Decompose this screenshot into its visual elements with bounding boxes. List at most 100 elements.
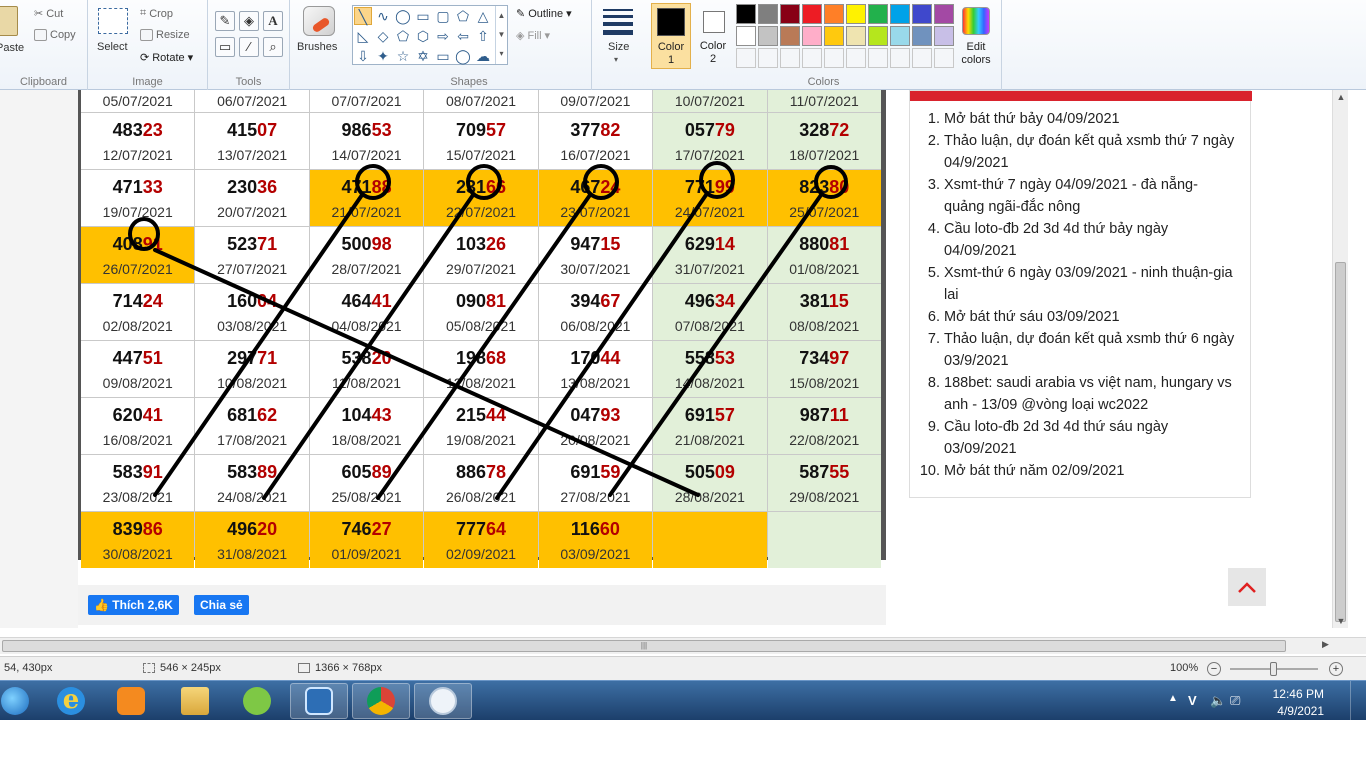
show-hidden-icons-icon[interactable]: ▲	[1168, 693, 1178, 704]
text-icon[interactable]: A	[263, 11, 283, 31]
zoom-in-icon[interactable]: +	[1329, 662, 1343, 676]
start-button[interactable]	[0, 683, 44, 719]
palette-swatch[interactable]	[868, 26, 888, 46]
callout-oval-shape-icon[interactable]: ◯	[454, 47, 472, 65]
taskbar-greenshot[interactable]	[228, 683, 286, 719]
palette-swatch[interactable]	[824, 4, 844, 24]
related-post-link[interactable]: 10. Mở bát thứ năm 02/09/2021	[918, 460, 1238, 482]
color2-button[interactable]: Color 2	[694, 3, 734, 69]
palette-swatch[interactable]	[846, 26, 866, 46]
palette-swatch[interactable]	[780, 26, 800, 46]
palette-swatch[interactable]	[912, 26, 932, 46]
palette-swatch[interactable]	[780, 4, 800, 24]
related-post-link[interactable]: 3. Xsmt-thứ 7 ngày 04/09/2021 - đà nẵng-q…	[918, 174, 1238, 218]
custom-color-slot[interactable]	[802, 48, 822, 68]
resize-button[interactable]: Resize	[140, 29, 190, 41]
fill-button[interactable]: ◈ Fill ▾	[516, 29, 550, 43]
copy-button[interactable]: Copy	[34, 29, 76, 41]
paint-canvas[interactable]: 05/07/2021 06/07/2021 07/07/2021 08/07/2021…	[0, 90, 1348, 628]
clock[interactable]: 12:46 PM 4/9/2021	[1273, 687, 1324, 718]
related-post-link[interactable]: 1. Mở bát thứ bảy 04/09/2021	[918, 108, 1238, 130]
size-group[interactable]: Size ▾	[592, 0, 644, 90]
related-post-link[interactable]: 9. Cầu loto-đb 2d 3d 4d thứ sáu ngày 03/0…	[918, 416, 1238, 460]
scrollbar-thumb[interactable]	[1335, 262, 1346, 622]
taskbar-paint[interactable]	[414, 683, 472, 719]
custom-color-slot[interactable]	[846, 48, 866, 68]
pencil-icon[interactable]: ✎	[215, 11, 235, 31]
palette-swatch[interactable]	[934, 4, 954, 24]
shapes-scroll[interactable]: ▲ ▼ ▾	[495, 6, 507, 64]
rotate-button[interactable]: ⟳ Rotate ▾	[140, 51, 193, 65]
zoom-out-icon[interactable]: −	[1207, 662, 1221, 676]
palette-swatch[interactable]	[802, 26, 822, 46]
related-post-link[interactable]: 5. Xsmt-thứ 6 ngày 03/09/2021 - ninh thuậ…	[918, 262, 1238, 306]
edit-colors-button[interactable]: Edit colors	[955, 41, 997, 67]
color-picker-icon[interactable]: ⁄	[239, 37, 259, 57]
cloud-shape-icon[interactable]: ☁	[474, 47, 492, 65]
network-icon[interactable]: ⎚	[1230, 693, 1240, 709]
up-arrow-shape-icon[interactable]: ⇧	[474, 27, 492, 45]
custom-color-slot[interactable]	[890, 48, 910, 68]
five-point-star-shape-icon[interactable]: ☆	[394, 47, 412, 65]
input-language[interactable]: V	[1188, 693, 1197, 708]
paste-button[interactable]: Paste	[0, 42, 24, 54]
related-post-link[interactable]: 6. Mở bát thứ sáu 03/09/2021	[918, 306, 1238, 328]
four-point-star-shape-icon[interactable]: ✦	[374, 47, 392, 65]
palette-swatch[interactable]	[824, 26, 844, 46]
scrollbar-thumb[interactable]: |||	[2, 640, 1286, 652]
scroll-up-icon[interactable]: ▲	[1333, 92, 1348, 102]
custom-color-slot[interactable]	[780, 48, 800, 68]
back-to-top-button[interactable]	[1228, 568, 1266, 606]
size-button[interactable]: Size	[608, 41, 629, 53]
rounded-rectangle-shape-icon[interactable]: ▢	[434, 7, 452, 25]
pentagon-shape-icon[interactable]: ⬠	[394, 27, 412, 45]
taskbar-chrome[interactable]	[352, 683, 410, 719]
palette-swatch[interactable]	[890, 26, 910, 46]
line-shape-icon[interactable]: ╲	[354, 7, 372, 25]
custom-color-slot[interactable]	[868, 48, 888, 68]
diamond-shape-icon[interactable]: ◇	[374, 27, 392, 45]
related-post-link[interactable]: 8. 188bet: saudi arabia vs việt nam, hung…	[918, 372, 1238, 416]
triangle-shape-icon[interactable]: △	[474, 7, 492, 25]
palette-swatch[interactable]	[758, 4, 778, 24]
callout-rect-shape-icon[interactable]: ▭	[434, 47, 452, 65]
palette-swatch[interactable]	[802, 4, 822, 24]
six-point-star-shape-icon[interactable]: ✡	[414, 47, 432, 65]
taskbar-remote-desktop[interactable]	[290, 683, 348, 719]
oval-shape-icon[interactable]: ◯	[394, 7, 412, 25]
facebook-like-button[interactable]: 👍 Thích 2,6K	[88, 595, 179, 615]
related-post-link[interactable]: 4. Cầu loto-đb 2d 3d 4d thứ bảy ngày 04/0…	[918, 218, 1238, 262]
scroll-down-icon[interactable]: ▼	[1333, 616, 1348, 626]
fill-bucket-icon[interactable]: ◈	[239, 11, 259, 31]
right-triangle-shape-icon[interactable]: ◺	[354, 27, 372, 45]
taskbar-media-player[interactable]	[102, 683, 160, 719]
palette-swatch[interactable]	[736, 26, 756, 46]
scroll-right-icon[interactable]: ▶	[1322, 639, 1329, 650]
right-arrow-shape-icon[interactable]: ⇨	[434, 27, 452, 45]
hexagon-shape-icon[interactable]: ⬡	[414, 27, 432, 45]
custom-color-slot[interactable]	[736, 48, 756, 68]
palette-swatch[interactable]	[736, 4, 756, 24]
custom-color-slot[interactable]	[824, 48, 844, 68]
palette-swatch[interactable]	[890, 4, 910, 24]
custom-color-slot[interactable]	[758, 48, 778, 68]
taskbar-file-explorer[interactable]	[166, 683, 224, 719]
outline-button[interactable]: ✎ Outline ▾	[516, 7, 572, 21]
paste-icon[interactable]	[0, 6, 18, 36]
down-arrow-shape-icon[interactable]: ⇩	[354, 47, 372, 65]
crop-button[interactable]: ⌗ Crop	[140, 7, 173, 20]
select-icon[interactable]	[98, 8, 128, 34]
page-vertical-scrollbar[interactable]: ▲ ▼	[1332, 90, 1348, 628]
palette-swatch[interactable]	[868, 4, 888, 24]
polygon-shape-icon[interactable]: ⬠	[454, 7, 472, 25]
rectangle-shape-icon[interactable]: ▭	[414, 7, 432, 25]
curve-shape-icon[interactable]: ∿	[374, 7, 392, 25]
facebook-share-button[interactable]: Chia sẻ	[194, 595, 249, 615]
brushes-group[interactable]: Brushes	[290, 0, 346, 90]
taskbar-internet-explorer[interactable]: e	[42, 683, 100, 719]
select-button[interactable]: Select	[97, 41, 128, 53]
eraser-icon[interactable]: ▭	[215, 37, 235, 57]
canvas-horizontal-scrollbar[interactable]: ||| ▶	[0, 637, 1366, 654]
show-desktop-button[interactable]	[1350, 681, 1366, 721]
palette-swatch[interactable]	[758, 26, 778, 46]
